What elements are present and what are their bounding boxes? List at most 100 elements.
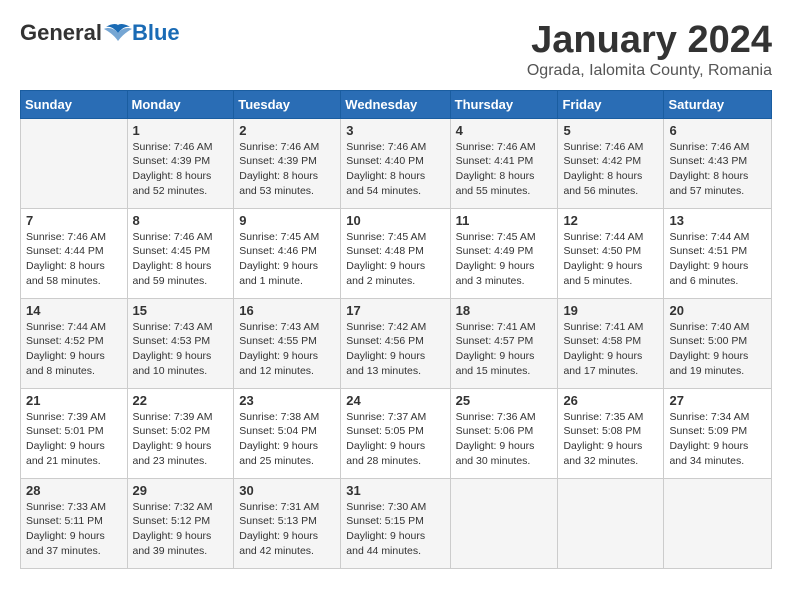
calendar-cell: 24 Sunrise: 7:37 AM Sunset: 5:05 PM Dayli… [341, 388, 450, 478]
calendar-title: January 2024 [527, 20, 772, 62]
day-info: Sunrise: 7:32 AM Sunset: 5:12 PM Dayligh… [133, 500, 229, 559]
calendar-cell [558, 478, 664, 568]
calendar-cell [21, 118, 128, 208]
week-row-1: 1Sunrise: 7:46 AM Sunset: 4:39 PM Daylig… [21, 118, 772, 208]
day-info: Sunrise: 7:44 AM Sunset: 4:51 PM Dayligh… [669, 230, 766, 289]
calendar-cell: 7Sunrise: 7:46 AM Sunset: 4:44 PM Daylig… [21, 208, 128, 298]
day-info: Sunrise: 7:45 AM Sunset: 4:48 PM Dayligh… [346, 230, 444, 289]
calendar-cell: 5 Sunrise: 7:46 AM Sunset: 4:42 PM Daylig… [558, 118, 664, 208]
calendar-cell: 16Sunrise: 7:43 AM Sunset: 4:55 PM Dayli… [234, 298, 341, 388]
day-info: Sunrise: 7:30 AM Sunset: 5:15 PM Dayligh… [346, 500, 444, 559]
calendar-subtitle: Ograda, Ialomita County, Romania [527, 62, 772, 80]
day-info: Sunrise: 7:46 AM Sunset: 4:40 PM Dayligh… [346, 140, 444, 199]
day-info: Sunrise: 7:43 AM Sunset: 4:53 PM Dayligh… [133, 320, 229, 379]
day-info: Sunrise: 7:39 AM Sunset: 5:01 PM Dayligh… [26, 410, 122, 469]
day-info: Sunrise: 7:35 AM Sunset: 5:08 PM Dayligh… [563, 410, 658, 469]
day-number: 16 [239, 303, 335, 318]
day-info: Sunrise: 7:41 AM Sunset: 4:58 PM Dayligh… [563, 320, 658, 379]
calendar-cell: 15 Sunrise: 7:43 AM Sunset: 4:53 PM Dayli… [127, 298, 234, 388]
logo-blue: Blue [132, 20, 180, 46]
calendar-cell: 4 Sunrise: 7:46 AM Sunset: 4:41 PM Daylig… [450, 118, 558, 208]
weekday-header-wednesday: Wednesday [341, 90, 450, 118]
calendar-cell: 8 Sunrise: 7:46 AM Sunset: 4:45 PM Daylig… [127, 208, 234, 298]
week-row-5: 28 Sunrise: 7:33 AM Sunset: 5:11 PM Dayli… [21, 478, 772, 568]
day-info: Sunrise: 7:45 AM Sunset: 4:46 PM Dayligh… [239, 230, 335, 289]
calendar-cell: 12 Sunrise: 7:44 AM Sunset: 4:50 PM Dayli… [558, 208, 664, 298]
day-info: Sunrise: 7:46 AM Sunset: 4:45 PM Dayligh… [133, 230, 229, 289]
day-info: Sunrise: 7:33 AM Sunset: 5:11 PM Dayligh… [26, 500, 122, 559]
calendar-cell [450, 478, 558, 568]
day-number: 23 [239, 393, 335, 408]
day-number: 15 [133, 303, 229, 318]
day-number: 3 [346, 123, 444, 138]
day-number: 21 [26, 393, 122, 408]
calendar-cell: 6Sunrise: 7:46 AM Sunset: 4:43 PM Daylig… [664, 118, 772, 208]
weekday-header-friday: Friday [558, 90, 664, 118]
day-number: 22 [133, 393, 229, 408]
day-number: 4 [456, 123, 553, 138]
calendar-cell: 10 Sunrise: 7:45 AM Sunset: 4:48 PM Dayli… [341, 208, 450, 298]
day-info: Sunrise: 7:44 AM Sunset: 4:50 PM Dayligh… [563, 230, 658, 289]
calendar-cell: 18 Sunrise: 7:41 AM Sunset: 4:57 PM Dayli… [450, 298, 558, 388]
day-info: Sunrise: 7:37 AM Sunset: 5:05 PM Dayligh… [346, 410, 444, 469]
day-number: 11 [456, 213, 553, 228]
day-number: 10 [346, 213, 444, 228]
calendar-cell: 31Sunrise: 7:30 AM Sunset: 5:15 PM Dayli… [341, 478, 450, 568]
title-block: January 2024 Ograda, Ialomita County, Ro… [527, 20, 772, 80]
day-number: 20 [669, 303, 766, 318]
weekday-header-monday: Monday [127, 90, 234, 118]
day-number: 29 [133, 483, 229, 498]
day-number: 13 [669, 213, 766, 228]
calendar-cell: 14Sunrise: 7:44 AM Sunset: 4:52 PM Dayli… [21, 298, 128, 388]
calendar-cell: 17 Sunrise: 7:42 AM Sunset: 4:56 PM Dayli… [341, 298, 450, 388]
weekday-header-thursday: Thursday [450, 90, 558, 118]
calendar-cell: 29 Sunrise: 7:32 AM Sunset: 5:12 PM Dayli… [127, 478, 234, 568]
day-number: 8 [133, 213, 229, 228]
day-info: Sunrise: 7:42 AM Sunset: 4:56 PM Dayligh… [346, 320, 444, 379]
day-info: Sunrise: 7:46 AM Sunset: 4:44 PM Dayligh… [26, 230, 122, 289]
weekday-header-row: SundayMondayTuesdayWednesdayThursdayFrid… [21, 90, 772, 118]
day-info: Sunrise: 7:44 AM Sunset: 4:52 PM Dayligh… [26, 320, 122, 379]
day-info: Sunrise: 7:36 AM Sunset: 5:06 PM Dayligh… [456, 410, 553, 469]
day-info: Sunrise: 7:46 AM Sunset: 4:39 PM Dayligh… [133, 140, 229, 199]
calendar-cell: 3 Sunrise: 7:46 AM Sunset: 4:40 PM Daylig… [341, 118, 450, 208]
day-info: Sunrise: 7:46 AM Sunset: 4:39 PM Dayligh… [239, 140, 335, 199]
day-number: 5 [563, 123, 658, 138]
day-number: 28 [26, 483, 122, 498]
calendar-cell: 1Sunrise: 7:46 AM Sunset: 4:39 PM Daylig… [127, 118, 234, 208]
day-number: 26 [563, 393, 658, 408]
day-number: 30 [239, 483, 335, 498]
calendar-cell: 25Sunrise: 7:36 AM Sunset: 5:06 PM Dayli… [450, 388, 558, 478]
calendar-cell: 30 Sunrise: 7:31 AM Sunset: 5:13 PM Dayli… [234, 478, 341, 568]
day-number: 18 [456, 303, 553, 318]
calendar-cell: 22Sunrise: 7:39 AM Sunset: 5:02 PM Dayli… [127, 388, 234, 478]
calendar-cell: 9 Sunrise: 7:45 AM Sunset: 4:46 PM Daylig… [234, 208, 341, 298]
day-info: Sunrise: 7:46 AM Sunset: 4:43 PM Dayligh… [669, 140, 766, 199]
day-info: Sunrise: 7:31 AM Sunset: 5:13 PM Dayligh… [239, 500, 335, 559]
calendar-cell: 13 Sunrise: 7:44 AM Sunset: 4:51 PM Dayli… [664, 208, 772, 298]
calendar-table: SundayMondayTuesdayWednesdayThursdayFrid… [20, 90, 772, 569]
day-number: 12 [563, 213, 658, 228]
day-number: 24 [346, 393, 444, 408]
day-info: Sunrise: 7:38 AM Sunset: 5:04 PM Dayligh… [239, 410, 335, 469]
calendar-cell: 20Sunrise: 7:40 AM Sunset: 5:00 PM Dayli… [664, 298, 772, 388]
logo-general: General [20, 20, 102, 46]
day-number: 2 [239, 123, 335, 138]
day-number: 9 [239, 213, 335, 228]
day-info: Sunrise: 7:34 AM Sunset: 5:09 PM Dayligh… [669, 410, 766, 469]
day-info: Sunrise: 7:45 AM Sunset: 4:49 PM Dayligh… [456, 230, 553, 289]
week-row-4: 21 Sunrise: 7:39 AM Sunset: 5:01 PM Dayli… [21, 388, 772, 478]
page-header: General Blue January 2024 Ograda, Ialomi… [20, 20, 772, 80]
calendar-cell: 2 Sunrise: 7:46 AM Sunset: 4:39 PM Daylig… [234, 118, 341, 208]
day-number: 19 [563, 303, 658, 318]
calendar-cell: 27Sunrise: 7:34 AM Sunset: 5:09 PM Dayli… [664, 388, 772, 478]
day-info: Sunrise: 7:46 AM Sunset: 4:42 PM Dayligh… [563, 140, 658, 199]
calendar-cell: 28 Sunrise: 7:33 AM Sunset: 5:11 PM Dayli… [21, 478, 128, 568]
day-info: Sunrise: 7:46 AM Sunset: 4:41 PM Dayligh… [456, 140, 553, 199]
calendar-cell: 23 Sunrise: 7:38 AM Sunset: 5:04 PM Dayli… [234, 388, 341, 478]
week-row-2: 7Sunrise: 7:46 AM Sunset: 4:44 PM Daylig… [21, 208, 772, 298]
week-row-3: 14Sunrise: 7:44 AM Sunset: 4:52 PM Dayli… [21, 298, 772, 388]
day-info: Sunrise: 7:41 AM Sunset: 4:57 PM Dayligh… [456, 320, 553, 379]
calendar-cell: 21 Sunrise: 7:39 AM Sunset: 5:01 PM Dayli… [21, 388, 128, 478]
day-number: 17 [346, 303, 444, 318]
